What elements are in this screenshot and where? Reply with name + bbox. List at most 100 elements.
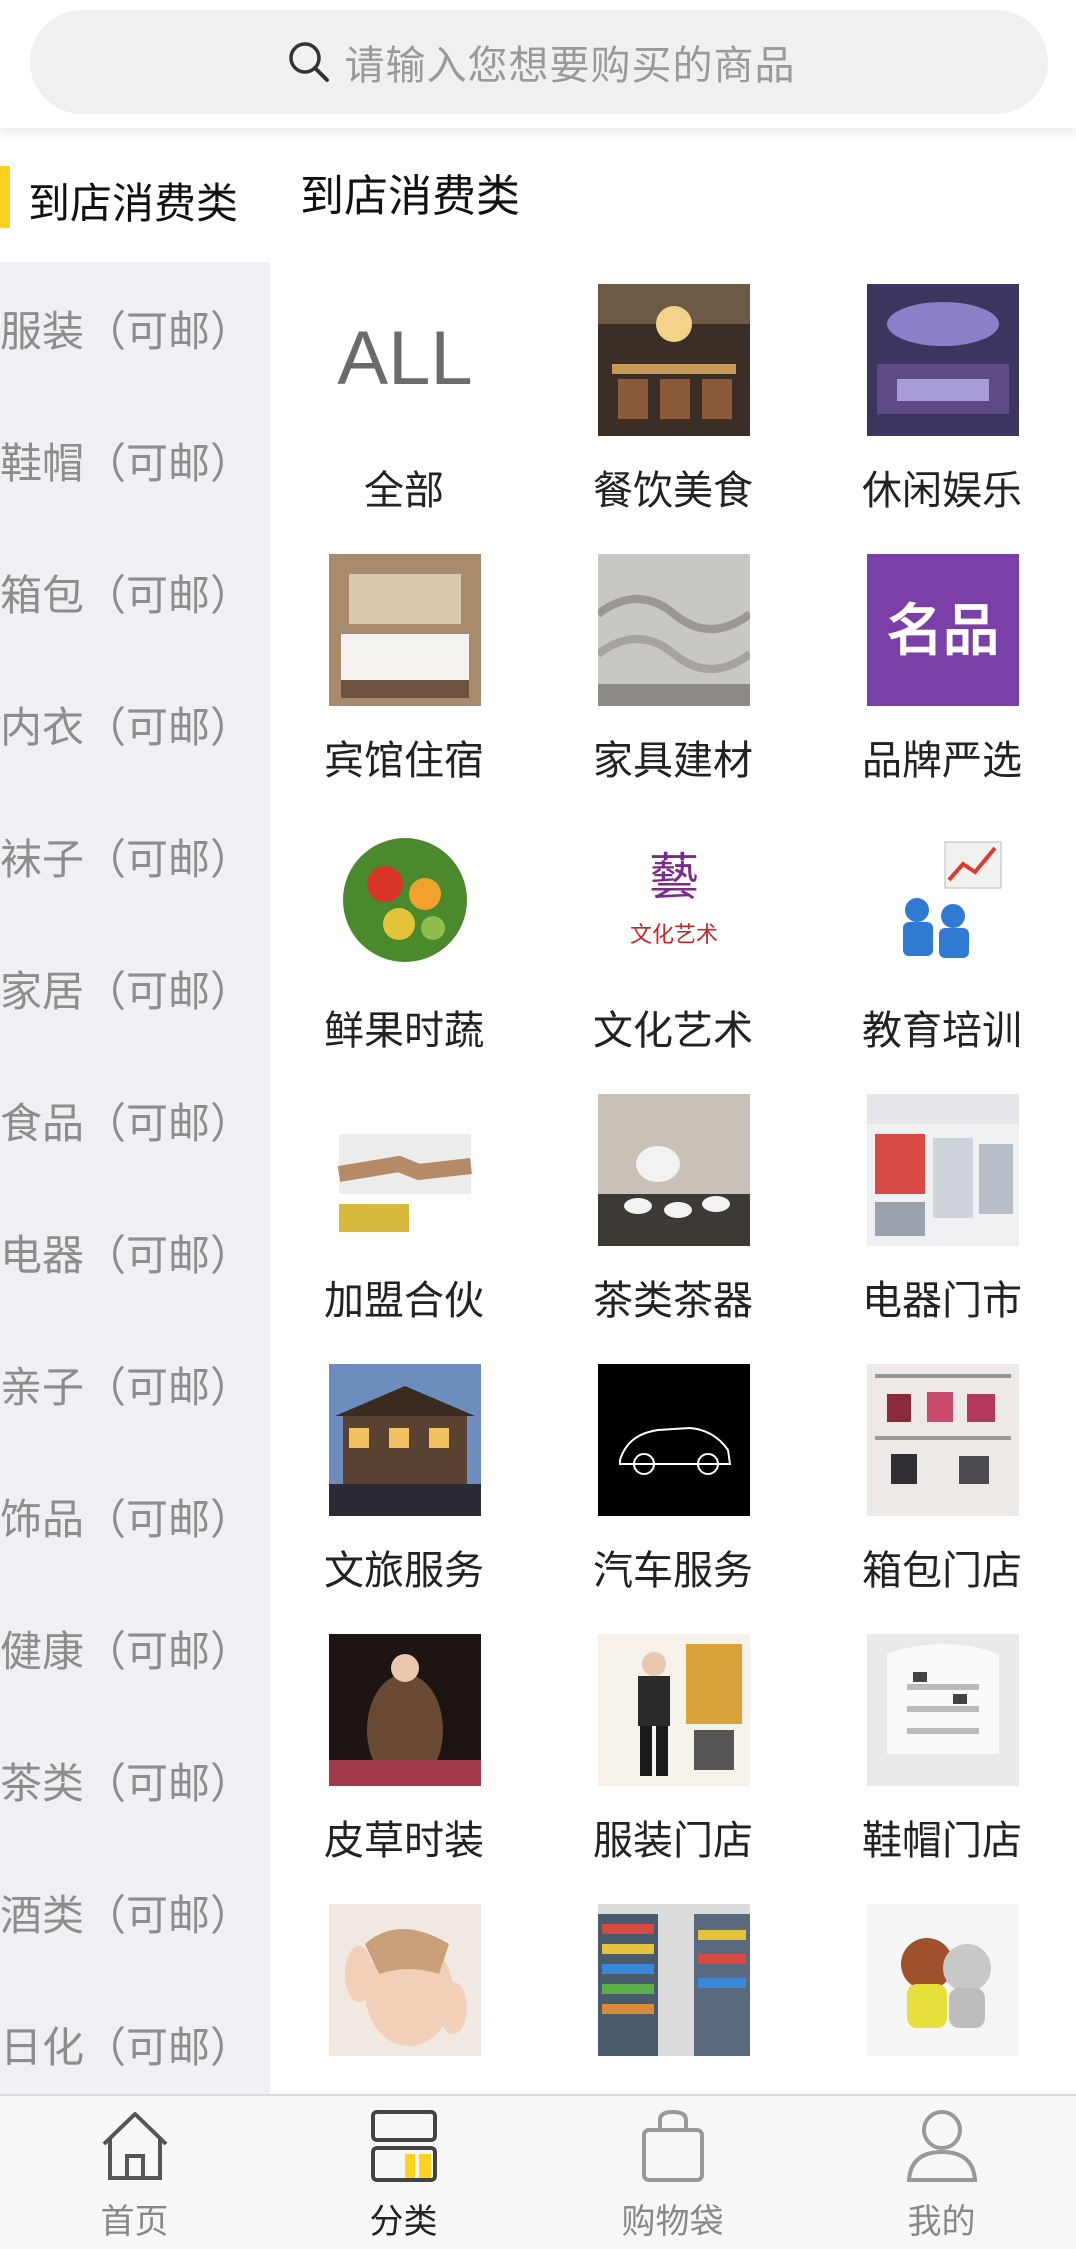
category-item[interactable]: 电器门市 xyxy=(808,1072,1076,1342)
sidebar-item[interactable]: 电器（可邮） xyxy=(0,1186,270,1318)
category-item[interactable]: 加盟合伙 xyxy=(270,1072,538,1342)
category-thumbnail xyxy=(867,1094,1019,1246)
category-thumbnail xyxy=(867,1904,1019,2056)
category-thumbnail xyxy=(598,1904,750,2056)
category-item[interactable]: 名品 品牌严选 xyxy=(808,532,1076,802)
sidebar-item[interactable]: 服装（可邮） xyxy=(0,262,270,394)
tab-shopping-bag[interactable]: 购物袋 xyxy=(538,2096,807,2249)
category-label: 鞋帽门店 xyxy=(862,1818,1022,1864)
category-label: 家具建材 xyxy=(593,738,753,784)
category-thumbnail xyxy=(329,824,481,976)
sidebar: 服装（可邮） 鞋帽（可邮） 箱包（可邮） 内衣（可邮） 袜子（可邮） 家居（可邮） 食品（可… xyxy=(0,262,270,2094)
sidebar-item[interactable]: 日化（可邮） xyxy=(0,1978,270,2094)
category-label: 餐饮美食 xyxy=(593,468,753,514)
thumb-text: 文化艺术 xyxy=(630,923,718,948)
category-item[interactable]: 服装门店 xyxy=(539,1612,807,1882)
profile-icon xyxy=(906,2110,978,2182)
category-item[interactable] xyxy=(270,1882,538,2094)
active-indicator xyxy=(0,166,10,228)
category-label: 文旅服务 xyxy=(324,1548,484,1594)
category-item[interactable]: 鲜果时蔬 xyxy=(270,802,538,1072)
category-item[interactable] xyxy=(808,1882,1076,2094)
search-placeholder: 请输入您想要购买的商品 xyxy=(344,43,796,89)
category-item[interactable]: 休闲娱乐 xyxy=(808,262,1076,532)
search-icon xyxy=(288,42,329,82)
sidebar-item[interactable]: 饰品（可邮） xyxy=(0,1450,270,1582)
category-item[interactable] xyxy=(539,1882,807,2094)
svg-text:藝: 藝 xyxy=(649,848,699,906)
category-thumbnail xyxy=(329,1904,481,2056)
sidebar-item[interactable]: 亲子（可邮） xyxy=(0,1318,270,1450)
thumb-text: 名品 xyxy=(887,599,999,664)
bottom-tabbar: 首页 分类 购物袋 我的 xyxy=(0,2094,1076,2249)
tab-label: 分类 xyxy=(369,2202,438,2242)
search-bar[interactable]: 请输入您想要购买的商品 xyxy=(30,10,1048,114)
category-label: 文化艺术 xyxy=(593,1008,753,1054)
category-item[interactable]: ALL 全部 xyxy=(270,262,538,532)
sidebar-item[interactable]: 内衣（可邮） xyxy=(0,658,270,790)
category-label: 箱包门店 xyxy=(862,1548,1022,1594)
category-item[interactable]: 箱包门店 xyxy=(808,1342,1076,1612)
category-thumbnail xyxy=(867,824,1019,976)
category-icon xyxy=(371,2110,437,2182)
tab-category[interactable]: 分类 xyxy=(269,2096,538,2249)
category-thumbnail xyxy=(329,1364,481,1516)
category-thumbnail: 藝文化艺术 xyxy=(598,824,750,976)
sidebar-item[interactable]: 箱包（可邮） xyxy=(0,526,270,658)
category-thumbnail xyxy=(329,554,481,706)
category-label: 宾馆住宿 xyxy=(324,738,484,784)
category-thumbnail xyxy=(598,1364,750,1516)
sidebar-item-active[interactable]: 到店消费类 xyxy=(0,158,270,262)
category-item[interactable]: 文旅服务 xyxy=(270,1342,538,1612)
sidebar-item[interactable]: 袜子（可邮） xyxy=(0,790,270,922)
category-label: 教育培训 xyxy=(862,1008,1022,1054)
tab-label: 首页 xyxy=(100,2202,169,2242)
tab-home[interactable]: 首页 xyxy=(0,2096,269,2249)
category-thumbnail xyxy=(598,284,750,436)
sidebar-item[interactable]: 鞋帽（可邮） xyxy=(0,394,270,526)
category-thumbnail: ALL xyxy=(329,284,481,436)
category-label: 电器门市 xyxy=(862,1278,1022,1324)
tab-label: 购物袋 xyxy=(621,2202,724,2242)
category-label: 皮草时装 xyxy=(324,1818,484,1864)
sidebar-item[interactable]: 酒类（可邮） xyxy=(0,1846,270,1978)
header: 请输入您想要购买的商品 xyxy=(0,0,1076,128)
category-thumbnail xyxy=(598,1634,750,1786)
category-item[interactable]: 汽车服务 xyxy=(539,1342,807,1612)
category-item[interactable]: 餐饮美食 xyxy=(539,262,807,532)
category-label: 服装门店 xyxy=(593,1818,753,1864)
category-thumbnail: 名品 xyxy=(867,554,1019,706)
category-thumbnail xyxy=(598,1094,750,1246)
category-item[interactable]: 藝文化艺术 文化艺术 xyxy=(539,802,807,1072)
shopping-bag-icon xyxy=(642,2109,704,2182)
category-item[interactable]: 教育培训 xyxy=(808,802,1076,1072)
category-label: 休闲娱乐 xyxy=(862,468,1022,514)
category-label: 茶类茶器 xyxy=(593,1278,753,1324)
sidebar-item[interactable]: 家居（可邮） xyxy=(0,922,270,1054)
category-item[interactable]: 鞋帽门店 xyxy=(808,1612,1076,1882)
category-item[interactable]: 皮草时装 xyxy=(270,1612,538,1882)
tab-profile[interactable]: 我的 xyxy=(807,2096,1076,2249)
category-thumbnail xyxy=(329,1634,481,1786)
category-thumbnail xyxy=(329,1094,481,1246)
category-item[interactable]: 茶类茶器 xyxy=(539,1072,807,1342)
category-item[interactable]: 家具建材 xyxy=(539,532,807,802)
sidebar-item-label: 到店消费类 xyxy=(28,179,239,228)
thumb-text: ALL xyxy=(337,316,472,401)
tab-label: 我的 xyxy=(907,2202,976,2242)
category-label: 鲜果时蔬 xyxy=(324,1008,484,1054)
sidebar-item[interactable]: 食品（可邮） xyxy=(0,1054,270,1186)
category-label: 加盟合伙 xyxy=(324,1278,484,1324)
sidebar-item[interactable]: 茶类（可邮） xyxy=(0,1714,270,1846)
category-thumbnail xyxy=(867,284,1019,436)
category-label: 品牌严选 xyxy=(862,738,1022,784)
category-thumbnail xyxy=(867,1364,1019,1516)
sidebar-item[interactable]: 健康（可邮） xyxy=(0,1582,270,1714)
section-title: 到店消费类 xyxy=(300,171,520,222)
category-label: 汽车服务 xyxy=(593,1548,753,1594)
category-grid: ALL 全部 餐饮美食 休闲娱乐 宾馆住宿 家具建材 名品 品牌严选 鲜果时蔬藝文化艺术 文化艺术… xyxy=(270,262,1076,2094)
home-icon xyxy=(102,2112,168,2180)
category-label: 全部 xyxy=(364,468,444,514)
category-item[interactable]: 宾馆住宿 xyxy=(270,532,538,802)
category-thumbnail xyxy=(598,554,750,706)
